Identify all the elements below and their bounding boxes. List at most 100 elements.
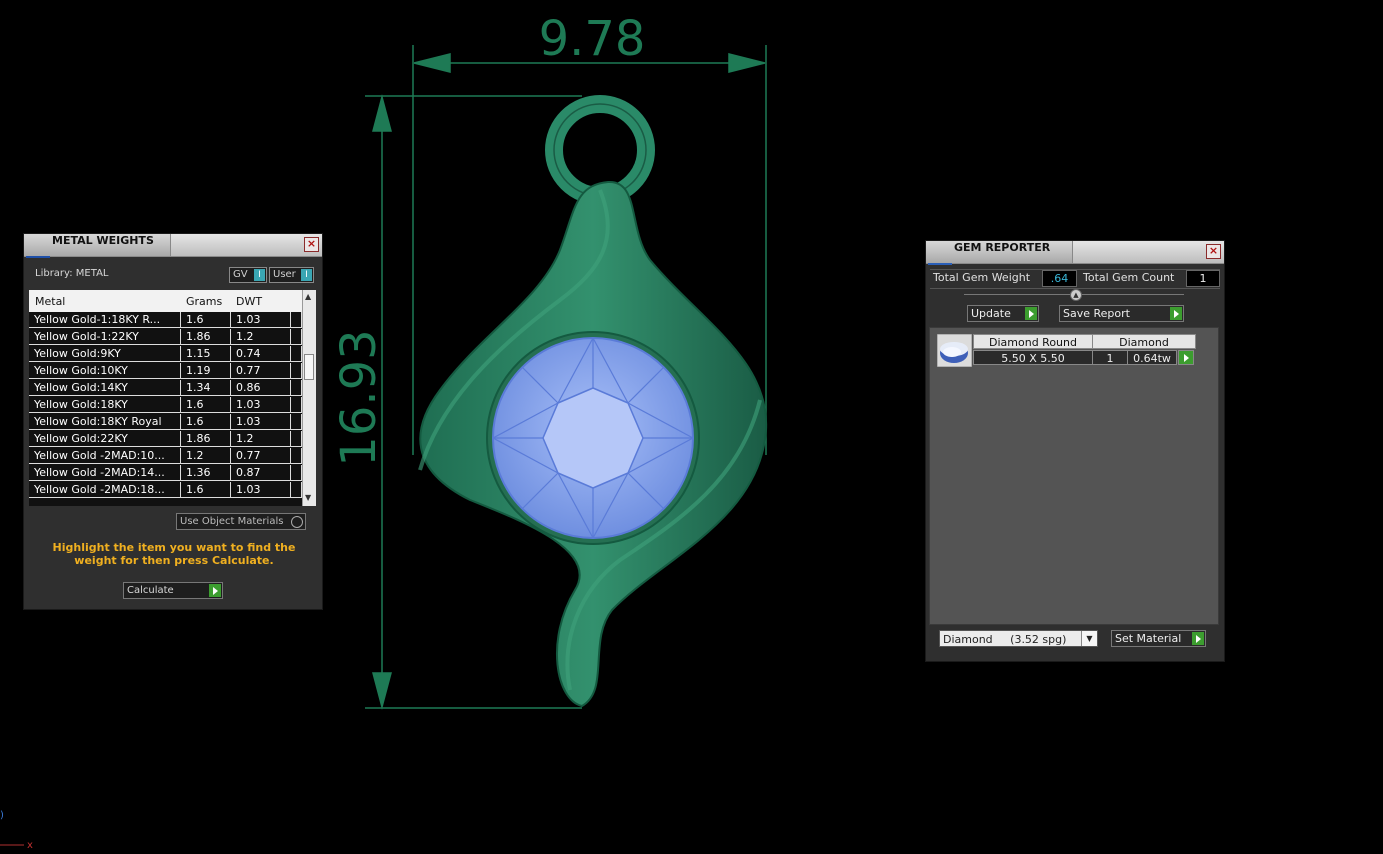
dwt-cell: 0.74	[231, 346, 291, 362]
table-row[interactable]: Yellow Gold -2MAD:18... 1.6 1.03	[29, 482, 302, 499]
table-row-spacer	[291, 431, 302, 447]
table-row[interactable]: Yellow Gold:22KY 1.86 1.2	[29, 431, 302, 448]
gem-size: 5.50 X 5.50	[973, 350, 1093, 365]
gv-toggle[interactable]: GV I	[229, 267, 267, 283]
table-row[interactable]: Yellow Gold -2MAD:14... 1.36 0.87	[29, 465, 302, 482]
height-dimension-value: 16.93	[331, 329, 387, 466]
gem-material: Diamond	[1092, 334, 1196, 349]
close-icon[interactable]: ×	[1206, 244, 1221, 259]
radio-icon	[291, 516, 303, 528]
save-report-button[interactable]: Save Report	[1059, 305, 1184, 322]
table-row[interactable]: Yellow Gold -2MAD:10... 1.2 0.77	[29, 448, 302, 465]
chevron-down-icon[interactable]: ▼	[1081, 631, 1097, 646]
update-button[interactable]: Update	[967, 305, 1039, 322]
set-material-button[interactable]: Set Material	[1111, 630, 1206, 647]
gem-weight: 0.64tw	[1127, 350, 1177, 365]
dwt-cell: 1.03	[231, 482, 291, 498]
grams-cell: 1.19	[181, 363, 231, 379]
calculate-button[interactable]: Calculate	[123, 582, 223, 599]
table-row[interactable]: Yellow Gold:18KY Royal 1.6 1.03	[29, 414, 302, 431]
pendant-model[interactable]	[418, 95, 768, 708]
metal-name-cell: Yellow Gold -2MAD:18...	[29, 482, 181, 498]
total-gem-weight-value: .64	[1042, 270, 1077, 287]
scrollbar-thumb[interactable]	[304, 354, 314, 380]
column-header-dwt[interactable]: DWT	[236, 295, 262, 308]
use-object-materials-label: Use Object Materials	[180, 516, 284, 527]
table-row[interactable]: Yellow Gold:10KY 1.19 0.77	[29, 363, 302, 380]
user-toggle-label: User	[273, 269, 296, 280]
dwt-cell: 0.77	[231, 363, 291, 379]
column-header-grams[interactable]: Grams	[186, 295, 222, 308]
play-icon	[1184, 354, 1189, 362]
grams-cell: 1.15	[181, 346, 231, 362]
table-row-spacer	[291, 312, 302, 328]
dwt-cell: 1.2	[231, 431, 291, 447]
grams-cell: 1.86	[181, 329, 231, 345]
update-label: Update	[971, 307, 1011, 320]
svg-text:): )	[0, 810, 4, 821]
scroll-down-icon[interactable]: ▼	[305, 493, 311, 502]
table-row-spacer	[291, 448, 302, 464]
table-row[interactable]: Yellow Gold-1:18KY R... 1.6 1.03	[29, 312, 302, 329]
dwt-cell: 0.86	[231, 380, 291, 396]
metal-weights-titlebar[interactable]: METAL WEIGHTS ×	[24, 234, 322, 258]
table-row[interactable]: Yellow Gold-1:22KY 1.86 1.2	[29, 329, 302, 346]
gem-reporter-title: GEM REPORTER	[926, 241, 1073, 263]
table-row[interactable]: Yellow Gold:18KY 1.6 1.03	[29, 397, 302, 414]
scroll-up-icon[interactable]: ▲	[305, 292, 311, 301]
dwt-cell: 1.03	[231, 312, 291, 328]
dwt-cell: 1.03	[231, 414, 291, 430]
close-icon[interactable]: ×	[304, 237, 319, 252]
material-select[interactable]: Diamond (3.52 spg) ▼	[939, 630, 1098, 647]
axis-indicator: x )	[0, 810, 33, 851]
toggle-indicator: I	[254, 269, 265, 281]
metal-table-header: Metal Grams DWT	[29, 290, 302, 312]
collapse-icon[interactable]: ▲	[1070, 289, 1082, 301]
library-label: Library: METAL	[35, 268, 109, 279]
table-row-spacer	[291, 346, 302, 362]
metal-name-cell: Yellow Gold-1:18KY R...	[29, 312, 181, 328]
metal-table-scrollbar[interactable]: ▲ ▼	[302, 290, 316, 506]
grams-cell: 1.6	[181, 397, 231, 413]
metal-name-cell: Yellow Gold:18KY Royal	[29, 414, 181, 430]
metal-name-cell: Yellow Gold -2MAD:14...	[29, 465, 181, 481]
grams-cell: 1.6	[181, 482, 231, 498]
svg-text:x: x	[27, 840, 33, 851]
gem-reporter-panel: GEM REPORTER × Total Gem Weight .64 Tota…	[925, 240, 1225, 662]
dwt-cell: 1.2	[231, 329, 291, 345]
gv-toggle-label: GV	[233, 269, 248, 280]
use-object-materials-toggle[interactable]: Use Object Materials	[176, 513, 306, 530]
gem-list[interactable]: Diamond Round Diamond 5.50 X 5.50 1 0.64…	[929, 327, 1219, 625]
calculate-hint: Highlight the item you want to find the …	[52, 541, 296, 567]
table-row-spacer	[291, 414, 302, 430]
calculate-label: Calculate	[127, 585, 174, 596]
grams-cell: 1.86	[181, 431, 231, 447]
table-row-spacer	[291, 329, 302, 345]
metal-weights-panel: METAL WEIGHTS × Library: METAL GV I User I…	[23, 233, 323, 610]
play-icon	[1192, 632, 1204, 645]
metal-name-cell: Yellow Gold:22KY	[29, 431, 181, 447]
toggle-indicator: I	[301, 269, 312, 281]
metal-weights-title: METAL WEIGHTS	[24, 234, 171, 256]
table-row[interactable]: Yellow Gold:14KY 1.34 0.86	[29, 380, 302, 397]
metal-name-cell: Yellow Gold:18KY	[29, 397, 181, 413]
table-row-spacer	[291, 397, 302, 413]
dwt-cell: 1.03	[231, 397, 291, 413]
gem-reporter-titlebar[interactable]: GEM REPORTER ×	[926, 241, 1224, 265]
user-toggle[interactable]: User I	[269, 267, 314, 283]
table-row-spacer	[291, 465, 302, 481]
play-icon	[1025, 307, 1037, 320]
metal-table[interactable]: Metal Grams DWT Yellow Gold-1:18KY R... 1…	[29, 290, 302, 506]
material-select-value: Diamond (3.52 spg)	[943, 633, 1067, 646]
metal-name-cell: Yellow Gold -2MAD:10...	[29, 448, 181, 464]
total-gem-count-label: Total Gem Count	[1083, 271, 1175, 284]
grams-cell: 1.6	[181, 414, 231, 430]
grams-cell: 1.2	[181, 448, 231, 464]
table-row[interactable]: Yellow Gold:9KY 1.15 0.74	[29, 346, 302, 363]
play-icon	[209, 584, 221, 597]
column-header-metal[interactable]: Metal	[35, 295, 65, 308]
metal-name-cell: Yellow Gold:9KY	[29, 346, 181, 362]
table-row-spacer	[291, 363, 302, 379]
metal-name-cell: Yellow Gold-1:22KY	[29, 329, 181, 345]
gem-detail-button[interactable]	[1178, 350, 1194, 365]
